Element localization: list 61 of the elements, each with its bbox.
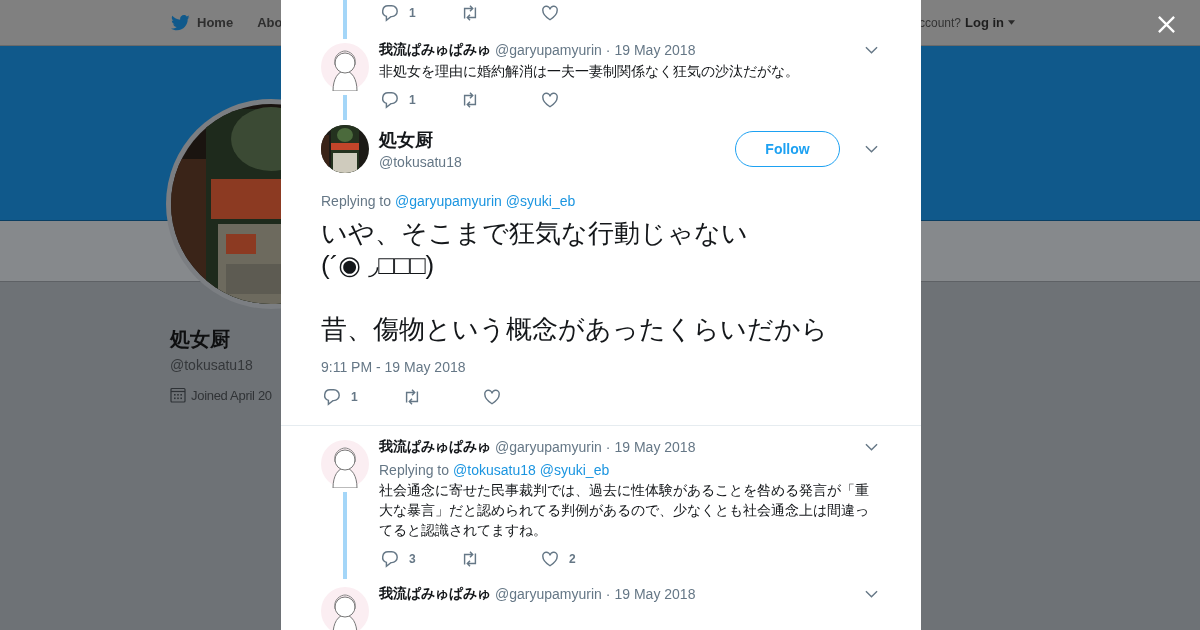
reply-count: 1 <box>409 93 416 107</box>
caret-icon <box>1008 20 1015 25</box>
tweet-timestamp: 9:11 PM - 19 May 2018 <box>321 359 467 375</box>
tweet-date[interactable]: 19 May 2018 <box>614 42 696 58</box>
reply-icon[interactable] <box>381 91 399 109</box>
author-name[interactable]: 我流ぱみゅぱみゅ <box>379 438 491 456</box>
author-name[interactable]: 処女厨 <box>379 128 462 152</box>
author-name[interactable]: 我流ぱみゅぱみゅ <box>379 585 491 603</box>
nav-link[interactable]: Abo <box>257 15 283 30</box>
heart-icon[interactable] <box>541 4 559 22</box>
retweet-icon[interactable] <box>461 550 479 568</box>
author-handle[interactable]: @tokusatu18 <box>379 154 462 170</box>
avatar[interactable] <box>321 43 369 91</box>
profile-name: 処女厨 <box>170 327 230 352</box>
author-handle[interactable]: @garyupamyurin <box>495 42 602 58</box>
reply-count: 1 <box>351 390 358 404</box>
bird-icon <box>171 14 190 31</box>
replying-label: Replying to <box>321 193 392 209</box>
nav-link[interactable]: Home <box>197 15 234 30</box>
tweet-text: 非処女を理由に婚約解消は一夫一妻制関係なく狂気の沙汰だがな。 <box>379 62 800 81</box>
heart-icon[interactable] <box>483 388 501 406</box>
chevron-icon[interactable] <box>865 46 878 54</box>
joined-date: Joined April 20 <box>191 387 272 403</box>
author-handle[interactable]: @garyupamyurin <box>495 586 602 602</box>
retweet-icon[interactable] <box>461 4 479 22</box>
calendar-icon <box>170 387 186 403</box>
separator-dot: · <box>605 439 611 455</box>
login-link[interactable]: Log in <box>965 15 1004 30</box>
reply-icon[interactable] <box>381 4 399 22</box>
author-handle[interactable]: @garyupamyurin <box>495 439 602 455</box>
reply-icon[interactable] <box>323 388 341 406</box>
like-count: 2 <box>569 552 576 566</box>
follow-button[interactable]: Follow <box>735 131 840 167</box>
tweet-text: 昔、傷物という概念があったくらいだから <box>321 313 829 345</box>
heart-icon[interactable] <box>541 91 559 109</box>
avatar[interactable] <box>321 587 369 630</box>
mention-link[interactable]: @tokusatu18 <box>453 462 536 478</box>
reply-icon[interactable] <box>381 550 399 568</box>
chevron-icon[interactable] <box>865 145 878 153</box>
tweet-date[interactable]: 19 May 2018 <box>614 586 696 602</box>
chevron-icon[interactable] <box>865 443 878 451</box>
retweet-icon[interactable] <box>403 388 421 406</box>
separator-dot: · <box>605 586 611 602</box>
heart-icon[interactable] <box>541 550 559 568</box>
mention-link[interactable]: @syuki_eb <box>505 193 576 209</box>
mention-link[interactable]: @syuki_eb <box>539 462 610 478</box>
profile-handle: @tokusatu18 <box>170 357 253 373</box>
separator-dot: · <box>605 42 611 58</box>
close-icon[interactable] <box>1157 15 1176 34</box>
replying-label: Replying to <box>379 462 450 478</box>
mention-link[interactable]: @garyupamyurin <box>395 193 502 209</box>
retweet-icon[interactable] <box>461 91 479 109</box>
tweet-text: いや、そこまで狂気な行動じゃない <box>321 217 749 249</box>
tweet-date[interactable]: 19 May 2018 <box>614 439 696 455</box>
tweet-text: 社会通念に寄せた民事裁判では、過去に性体験があることを咎める発言が「重大な暴言」だと認められてる判例があるので、少なくとも社会通念上は間違ってると認識されてますね。 <box>379 481 870 540</box>
author-name[interactable]: 我流ぱみゅぱみゅ <box>379 41 491 59</box>
chevron-icon[interactable] <box>865 590 878 598</box>
reply-count: 1 <box>409 6 416 20</box>
tweet-text: (´◉ ◞□□□) <box>321 249 436 281</box>
avatar[interactable] <box>321 440 369 488</box>
reply-count: 3 <box>409 552 416 566</box>
